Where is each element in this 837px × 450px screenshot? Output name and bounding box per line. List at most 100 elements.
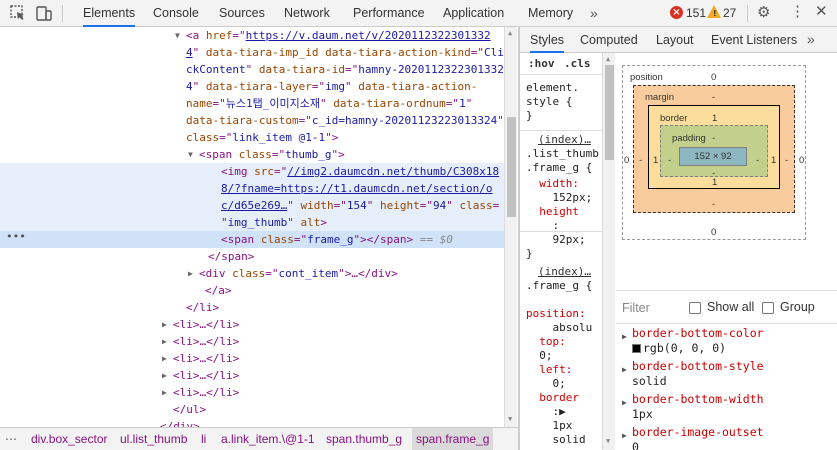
dom-tree-row[interactable]: ▶ <li>…</li> (0, 333, 504, 350)
dom-tree-row[interactable]: </ul> (0, 401, 504, 418)
dom-link[interactable]: //img2.daumcdn.net/thumb/C308x18 (287, 165, 499, 178)
dom-tree-scrollbar[interactable]: ▲ ▼ (504, 27, 517, 427)
tab-computed[interactable]: Computed (580, 27, 638, 53)
dom-tree-row[interactable]: 4" data-tiara-layer="img" data-tiara-act… (0, 78, 504, 95)
breadcrumb-item[interactable]: li (201, 428, 206, 450)
tab-memory[interactable]: Memory (528, 0, 573, 27)
kebab-menu-icon[interactable]: ⋮ (790, 4, 805, 20)
dom-tree-panel[interactable]: ▼ <a href="https://v.daum.net/v/202011232… (0, 27, 504, 427)
dom-tree-row[interactable]: 4" data-tiara-imp_id data-tiara-action-k… (0, 44, 504, 61)
breadcrumb-item-current[interactable]: span.frame_g (412, 428, 494, 450)
style-property-value[interactable]: 0; (526, 349, 552, 363)
style-property-value[interactable]: solid (526, 433, 585, 447)
box-model-content[interactable]: 152 × 92 (679, 147, 747, 166)
dom-tree-row[interactable]: </span> (0, 248, 504, 265)
dom-tree-row[interactable]: ▶ <li>…</li> (0, 384, 504, 401)
style-property-name[interactable]: top: (526, 335, 566, 349)
tab-application[interactable]: Application (443, 0, 504, 27)
box-model-position-right[interactable]: 0 (799, 155, 804, 166)
dom-tree-row[interactable]: name="뉴스1탭_이미지소재" data-tiara-ordnum="1" (0, 95, 504, 112)
collapse-triangle-icon[interactable]: ▼ (188, 146, 193, 163)
scroll-down-icon[interactable]: ▼ (606, 437, 610, 445)
tab-event-listeners[interactable]: Event Listeners (711, 27, 797, 53)
style-source-link[interactable]: (index)… (538, 133, 591, 147)
style-property-name[interactable]: position: (526, 307, 586, 321)
selected-node-menu-icon[interactable]: ••• (6, 228, 26, 245)
style-property-name[interactable]: left: (526, 363, 572, 377)
box-model-padding-top[interactable]: - (712, 133, 715, 144)
expand-triangle-icon[interactable]: ▶ (622, 362, 627, 377)
expand-triangle-icon[interactable]: ▶ (622, 329, 627, 344)
style-property-name[interactable]: width: (526, 177, 579, 191)
expand-triangle-icon[interactable]: ▶ (622, 428, 627, 443)
dom-tree-row[interactable]: class="link_item @1-1"> (0, 129, 504, 146)
breadcrumb-item[interactable]: div.box_sector (31, 428, 107, 450)
dom-tree-row[interactable]: ▶ <li>…</li> (0, 367, 504, 384)
style-property-value[interactable]: 92px; (526, 233, 585, 247)
dom-tree-row[interactable]: ▶ <div class="cont_item">…</div> (0, 265, 504, 282)
tab-elements[interactable]: Elements (83, 0, 136, 27)
box-model-margin-bottom[interactable]: - (712, 199, 715, 210)
box-model-margin-right[interactable]: - (785, 155, 788, 166)
scrollbar-thumb[interactable] (507, 117, 516, 217)
breadcrumb-item[interactable]: ul.list_thumb (120, 428, 187, 450)
dom-tree-row[interactable]: ••• <span class="frame_g"></span> == $0 (0, 228, 504, 248)
style-property-value[interactable]: 152px; (526, 191, 592, 205)
dom-tree-row[interactable]: <img src="//img2.daumcdn.net/thumb/C308x… (0, 163, 504, 180)
device-toolbar-icon[interactable] (35, 4, 53, 22)
box-model-border-top[interactable]: 1 (712, 113, 717, 124)
dom-tree-row[interactable]: </div> (0, 418, 504, 427)
style-source-link[interactable]: (index)… (538, 265, 591, 279)
tab-performance[interactable]: Performance (353, 0, 425, 27)
dom-tree-row[interactable]: data-tiara-custom="c_id=hamny-2020112322… (0, 112, 504, 129)
style-property-name[interactable]: border (526, 391, 579, 405)
warning-count[interactable]: 27 (723, 0, 736, 27)
expand-triangle-icon[interactable]: ▶ (162, 367, 167, 384)
style-property-value[interactable]: :▶ (526, 405, 565, 419)
scroll-down-icon[interactable]: ▼ (508, 415, 512, 423)
box-model-padding-right[interactable]: - (756, 155, 759, 166)
dom-tree-row[interactable]: ckContent" data-tiara-id="hamny-20201123… (0, 61, 504, 78)
dom-tree-row[interactable]: ▼ <span class="thumb_g"> (0, 146, 504, 163)
dom-tree-row[interactable]: </li> (0, 299, 504, 316)
dom-tree-row[interactable]: 8/?fname=https://t1.daumcdn.net/section/… (0, 180, 504, 197)
dom-tree-row[interactable]: ▼ <a href="https://v.daum.net/v/202011232… (0, 27, 504, 44)
dom-tree-row[interactable]: ▶ <li>…</li> (0, 350, 504, 367)
styles-scrollbar[interactable]: ▲ ▼ (602, 53, 615, 450)
box-model-position-bottom[interactable]: 0 (711, 227, 716, 238)
styles-rules[interactable]: element. style {} (index)… .list_thumb .fram… (520, 53, 602, 450)
scrollbar-thumb[interactable] (605, 65, 614, 160)
more-tabs-chevron-icon[interactable]: » (590, 0, 598, 26)
expand-triangle-icon[interactable]: ▶ (162, 333, 167, 350)
scroll-up-icon[interactable]: ▲ (606, 55, 610, 63)
more-sidebar-tabs-chevron-icon[interactable]: » (807, 27, 815, 52)
breadcrumb-scroll-left-icon[interactable]: ⋯ (5, 428, 17, 450)
dom-link[interactable]: 4 (186, 46, 193, 59)
filter-input[interactable]: Filter (622, 301, 650, 315)
tab-styles[interactable]: Styles (530, 27, 565, 53)
dom-link[interactable]: https://v.daum.net/v/2020112322301332 (246, 29, 491, 42)
dom-tree-row[interactable]: c/d65e269…" width="154" height="94" clas… (0, 197, 504, 214)
box-model-margin-top[interactable]: - (712, 92, 715, 103)
style-property-value[interactable]: absolu (526, 321, 592, 335)
breadcrumb-item[interactable]: a.link_item.\@1-1 (221, 428, 315, 450)
expand-triangle-icon[interactable]: ▶ (188, 265, 193, 282)
dom-tree-row[interactable]: </a> (0, 282, 504, 299)
color-swatch[interactable] (632, 344, 641, 353)
dom-link[interactable]: 8/?fname=https://t1.daumcdn.net/section/… (221, 182, 493, 195)
tab-layout[interactable]: Layout (656, 27, 694, 53)
gear-icon[interactable]: ⚙ (757, 5, 770, 21)
show-all-checkbox[interactable] (689, 302, 701, 314)
style-property-value[interactable]: 1px (526, 419, 572, 433)
style-property-value[interactable]: 0; (526, 377, 565, 391)
dom-tree-row[interactable]: "img_thumb" alt> (0, 214, 504, 231)
style-property-name[interactable]: height (526, 205, 579, 219)
breadcrumb-item[interactable]: span.thumb_g (326, 428, 402, 450)
expand-triangle-icon[interactable]: ▶ (162, 384, 167, 401)
expand-triangle-icon[interactable]: ▶ (622, 395, 627, 410)
close-icon[interactable]: ✕ (815, 3, 828, 21)
box-model-padding-bottom[interactable]: - (712, 168, 715, 179)
expand-triangle-icon[interactable]: ▶ (162, 316, 167, 333)
inspect-element-icon[interactable] (9, 4, 27, 22)
box-model-border-left[interactable]: 1 (653, 155, 658, 166)
